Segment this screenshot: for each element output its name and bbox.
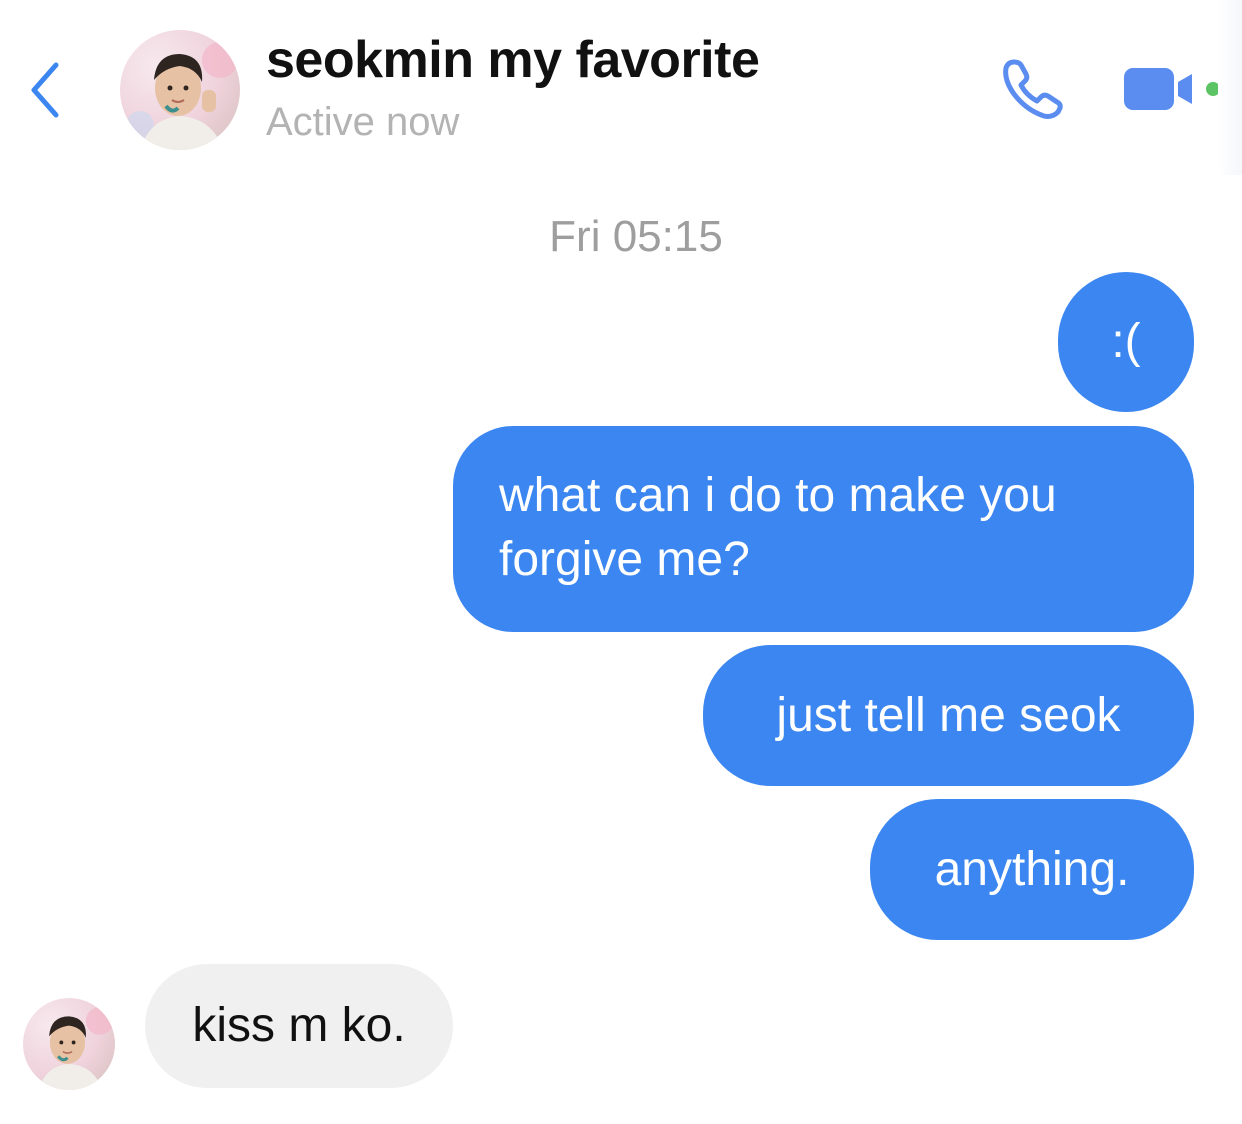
phone-icon: [1003, 59, 1063, 119]
message-timestamp: Fri 05:15: [549, 212, 723, 261]
outgoing-message[interactable]: what can i do to make you forgive me?: [453, 426, 1194, 632]
outgoing-message[interactable]: :(: [1058, 272, 1194, 412]
video-camera-icon: [1124, 68, 1220, 110]
back-button[interactable]: [20, 55, 70, 125]
contact-name[interactable]: seokmin my favorite: [266, 30, 760, 90]
outgoing-message[interactable]: anything.: [870, 799, 1194, 940]
chevron-left-icon: [31, 62, 59, 118]
video-call-button[interactable]: [1122, 62, 1222, 114]
message-text: :(: [1111, 315, 1141, 368]
active-status: Active now: [266, 100, 460, 144]
outgoing-message[interactable]: just tell me seok: [703, 645, 1194, 786]
message-text: just tell me seok: [776, 688, 1121, 742]
message-text: kiss m ko.: [192, 999, 406, 1052]
chat-header: seokmin my favorite Active now: [0, 0, 1242, 175]
header-edge-shadow: [1218, 0, 1242, 175]
incoming-message[interactable]: kiss m ko.: [145, 964, 453, 1088]
message-text: what can i do to make you forgive me?: [499, 469, 1057, 586]
sender-avatar[interactable]: [23, 998, 115, 1090]
message-text: anything.: [934, 842, 1130, 896]
contact-avatar[interactable]: [120, 30, 240, 150]
voice-call-button[interactable]: [1000, 58, 1068, 120]
